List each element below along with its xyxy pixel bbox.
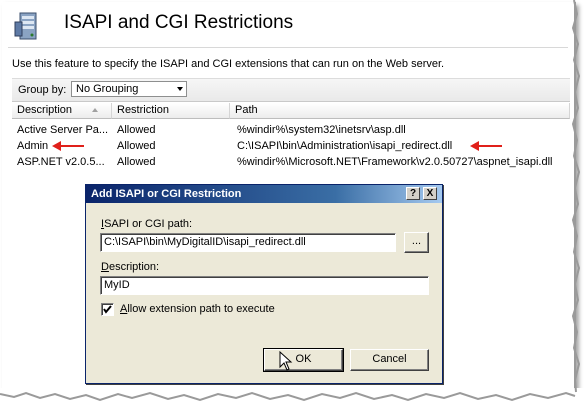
checkmark-icon	[103, 305, 112, 314]
dialog-titlebar[interactable]: Add ISAPI or CGI Restriction ? X	[86, 185, 442, 203]
groupby-selected-value: No Grouping	[76, 83, 139, 95]
sort-ascending-icon	[92, 108, 98, 112]
close-button[interactable]: X	[423, 187, 437, 200]
allow-execute-label[interactable]: Allow extension path to execute	[120, 303, 275, 315]
dialog-title: Add ISAPI or CGI Restriction	[91, 188, 242, 200]
column-header-path[interactable]: Path	[230, 103, 570, 119]
path-label-text: SAPI or CGI path:	[104, 218, 193, 230]
torn-edge-decoration	[571, 0, 581, 393]
page-description: Use this feature to specify the ISAPI an…	[12, 58, 445, 70]
row-1-path[interactable]: %windir%\system32\inetsrv\asp.dll	[237, 124, 406, 136]
row-1-description[interactable]: Active Server Pa...	[17, 124, 108, 136]
browse-button[interactable]: ...	[404, 232, 429, 253]
allow-execute-label-text: llow extension path to execute	[127, 303, 275, 315]
ok-button[interactable]: OK	[263, 348, 344, 372]
cancel-button[interactable]: Cancel	[350, 349, 429, 371]
row-3-description[interactable]: ASP.NET v2.0.5...	[17, 156, 105, 168]
row-3-path[interactable]: %windir%\Microsoft.NET\Framework\v2.0.50…	[237, 156, 552, 168]
help-button[interactable]: ?	[406, 187, 420, 200]
red-arrow-icon	[470, 141, 502, 151]
red-arrow-icon	[52, 141, 84, 151]
row-2-description[interactable]: Admin	[17, 140, 48, 152]
row-2-path[interactable]: C:\ISAPI\bin\Administration\isapi_redire…	[237, 140, 452, 152]
mouse-cursor-icon	[279, 351, 293, 371]
chevron-down-icon	[177, 87, 183, 91]
column-header-description[interactable]: Description	[12, 103, 112, 119]
groupby-dropdown[interactable]: No Grouping	[71, 81, 187, 97]
header-divider	[8, 47, 568, 48]
description-input[interactable]: MyID	[100, 276, 429, 295]
row-1-restriction[interactable]: Allowed	[117, 124, 156, 136]
page-title: ISAPI and CGI Restrictions	[64, 12, 294, 33]
add-restriction-dialog: Add ISAPI or CGI Restriction ? X ISAPI o…	[85, 184, 443, 384]
row-2-restriction[interactable]: Allowed	[117, 140, 156, 152]
path-input[interactable]: C:\ISAPI\bin\MyDigitalID\isapi_redirect.…	[100, 233, 396, 252]
path-label: ISAPI or CGI path:	[101, 218, 193, 230]
server-icon	[14, 12, 37, 40]
column-header-restriction[interactable]: Restriction	[112, 103, 230, 119]
torn-edge-decoration	[0, 388, 585, 407]
allow-execute-checkbox[interactable]	[101, 303, 114, 316]
description-label-text: escription:	[108, 261, 160, 273]
description-label: Description:	[101, 261, 160, 273]
groupby-label: Group by:	[18, 84, 67, 96]
row-3-restriction[interactable]: Allowed	[117, 156, 156, 168]
